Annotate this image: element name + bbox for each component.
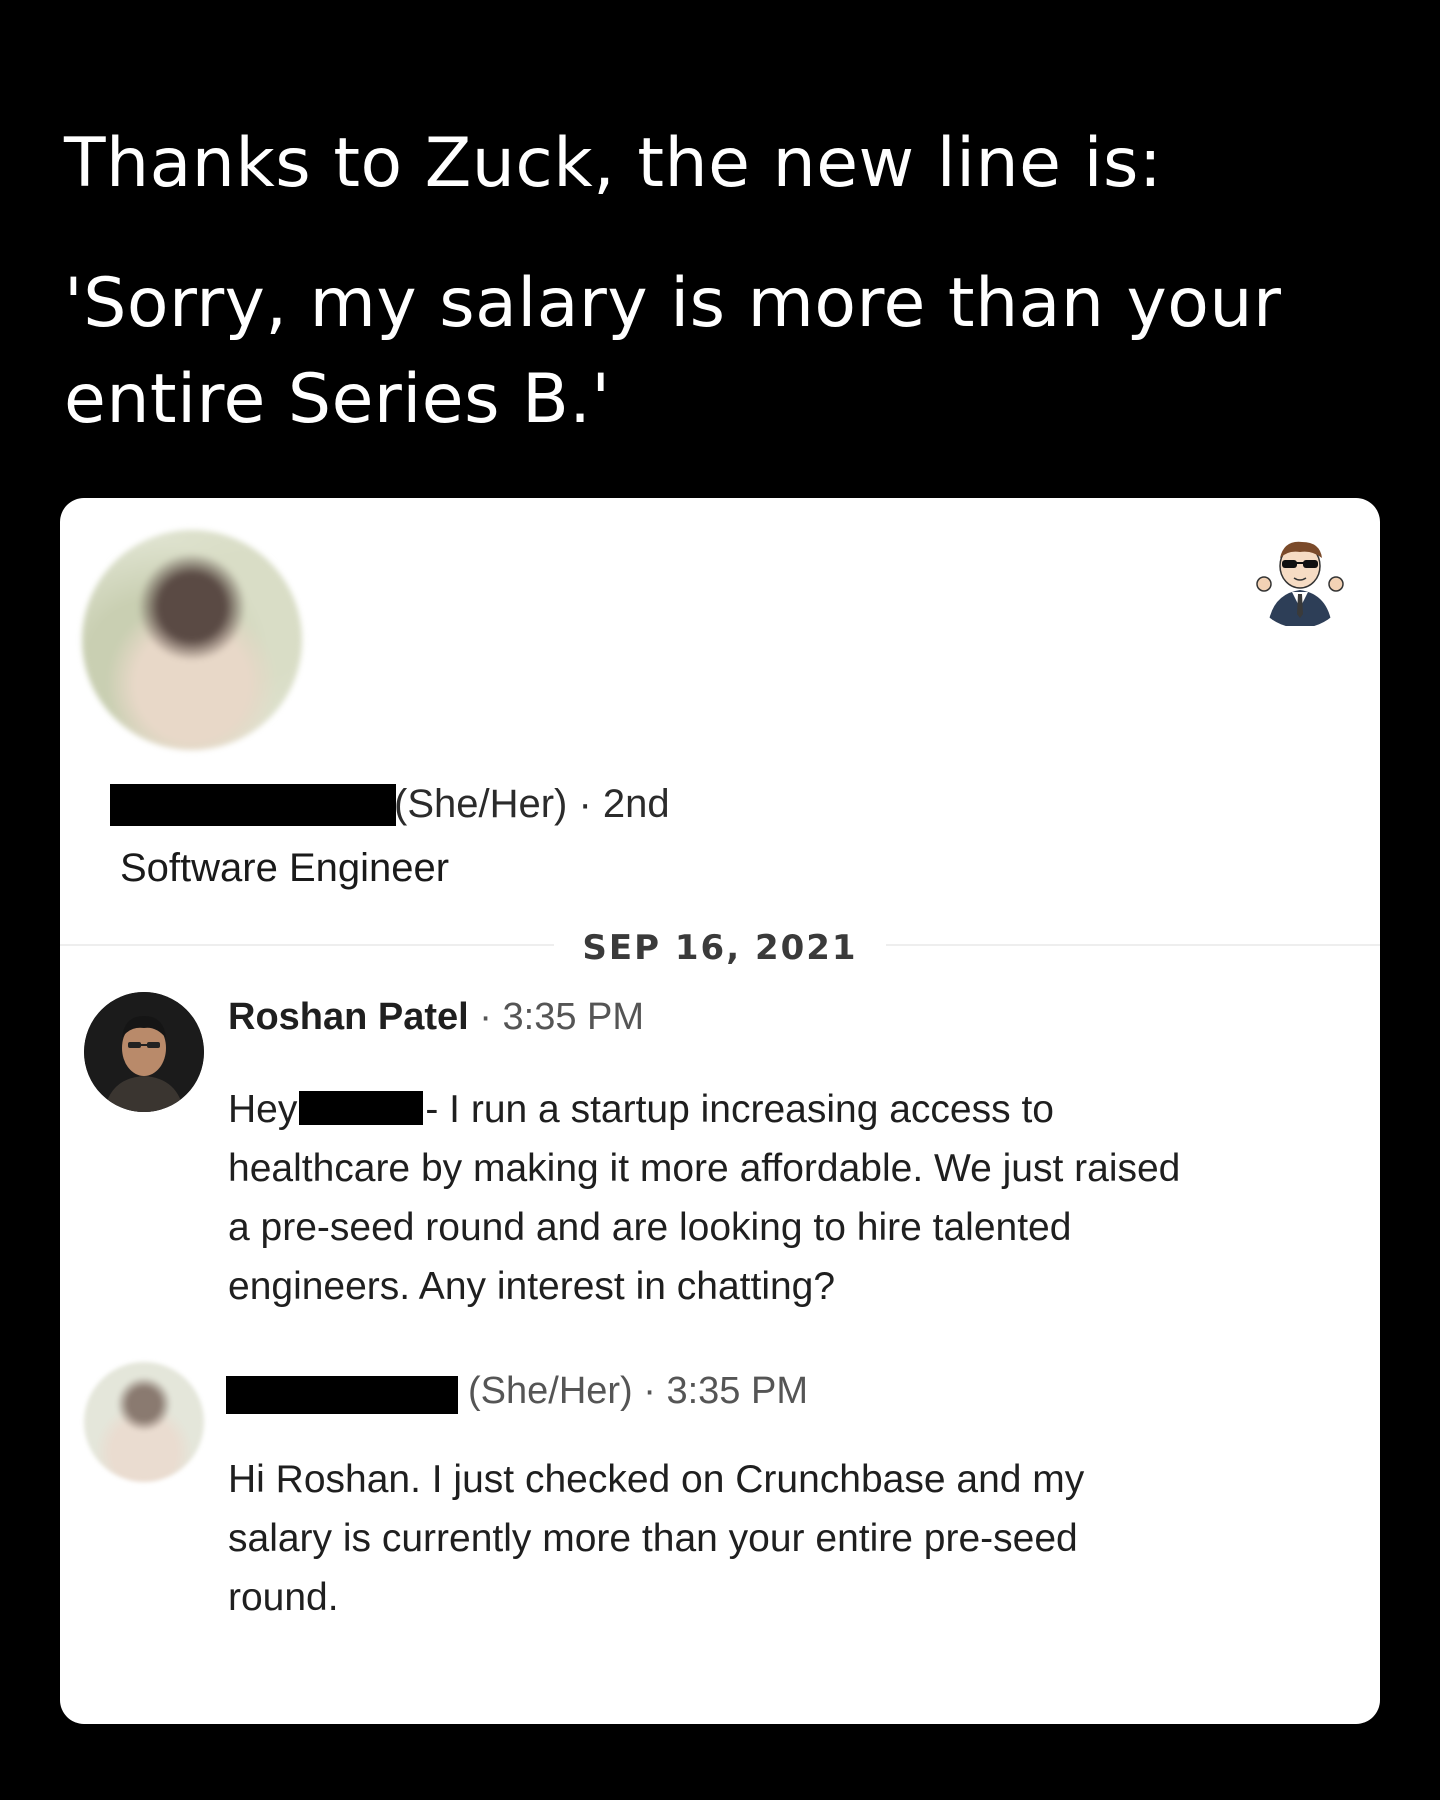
date-label: SEP 16, 2021 bbox=[60, 928, 1380, 968]
profile-pronouns-degree: (She/Her) · 2nd bbox=[394, 782, 670, 826]
cartoon-mascot-icon bbox=[1251, 529, 1349, 627]
headline-line-2: 'Sorry, my salary is more than your enti… bbox=[64, 264, 1282, 439]
reply-header-pronouns-time: (She/Her) · 3:35 PM bbox=[468, 1370, 808, 1412]
message-text-start: Hey bbox=[228, 1088, 298, 1131]
redacted-reply-sender-name bbox=[226, 1376, 458, 1414]
date-text: SEP 16, 2021 bbox=[554, 928, 886, 968]
profile-avatar[interactable] bbox=[82, 530, 302, 750]
reply-sender-avatar[interactable] bbox=[84, 1362, 204, 1482]
profile-title: Software Engineer bbox=[120, 846, 450, 890]
message-time: · 3:35 PM bbox=[479, 996, 645, 1038]
message-body: Hey - I run a startup increasing access t… bbox=[228, 1080, 1188, 1316]
sender-name[interactable]: Roshan Patel bbox=[228, 996, 469, 1038]
redacted-name bbox=[110, 784, 396, 826]
sender-avatar[interactable] bbox=[84, 992, 204, 1112]
reply-message-body: Hi Roshan. I just checked on Crunchbase … bbox=[228, 1458, 1085, 1619]
headline-line-1: Thanks to Zuck, the new line is: bbox=[64, 124, 1163, 203]
redacted-recipient-name bbox=[299, 1091, 424, 1125]
message-screenshot-card: (She/Her) · 2nd Software Engineer SEP 16… bbox=[60, 498, 1380, 1724]
message-header: Roshan Patel · 3:35 PM bbox=[228, 996, 644, 1039]
